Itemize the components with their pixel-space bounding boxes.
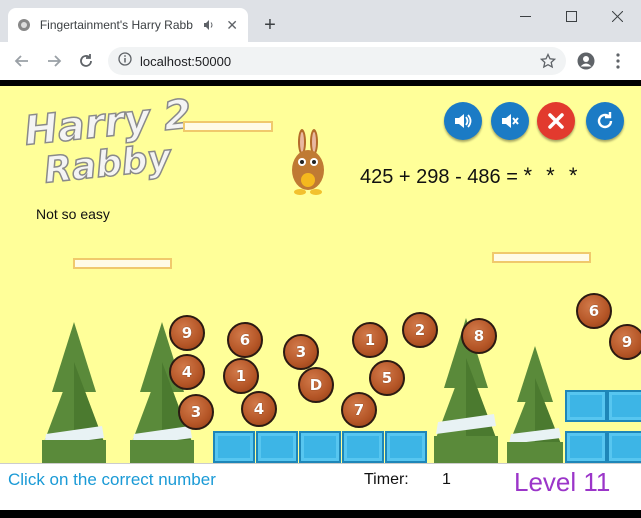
mute-icon [502, 114, 519, 128]
browser-tab[interactable]: Fingertainment's Harry Rabb ✕ [8, 8, 248, 42]
minimize-icon[interactable] [502, 0, 548, 32]
menu-icon[interactable] [608, 51, 628, 71]
number-ball[interactable]: D [298, 367, 334, 403]
number-ball[interactable]: 6 [227, 322, 263, 358]
game-status-bar: Click on the correct number Timer: 1 Lev… [0, 463, 641, 510]
ice-block [565, 431, 607, 463]
math-equation: 425 + 298 - 486 = * * * [360, 163, 581, 189]
address-bar[interactable]: localhost:50000 [108, 47, 566, 75]
platform [492, 252, 591, 263]
info-icon[interactable] [118, 51, 132, 71]
rabbit-character [288, 128, 328, 201]
tab-close-icon[interactable]: ✕ [224, 17, 240, 33]
number-ball[interactable]: 6 [576, 293, 612, 329]
timer-label: Timer: [364, 471, 409, 488]
forward-icon[interactable] [42, 49, 66, 73]
number-ball[interactable]: 4 [241, 391, 277, 427]
number-ball[interactable]: 5 [369, 360, 405, 396]
reload-icon[interactable] [74, 49, 98, 73]
mute-button[interactable] [491, 102, 529, 140]
number-ball[interactable]: 2 [402, 312, 438, 348]
close-window-icon[interactable] [594, 0, 640, 32]
browser-toolbar: localhost:50000 [0, 42, 641, 80]
title-bar: Fingertainment's Harry Rabb ✕ + [0, 0, 641, 42]
ice-block [607, 390, 641, 422]
platform [73, 258, 172, 269]
back-icon[interactable] [10, 49, 34, 73]
ice-block [565, 390, 607, 422]
number-ball[interactable]: 9 [169, 315, 205, 351]
difficulty-label: Not so easy [36, 206, 110, 222]
number-ball[interactable]: 3 [178, 394, 214, 430]
refresh-icon [597, 112, 613, 129]
number-ball[interactable]: 3 [283, 334, 319, 370]
answer-placeholder: * * * [523, 163, 582, 188]
timer-value: 1 [442, 471, 451, 488]
account-icon[interactable] [576, 51, 596, 71]
sound-on-button[interactable] [444, 102, 482, 140]
ice-block [256, 431, 298, 463]
game-canvas[interactable]: Harry 2 Rabby Not so easy 425 + 298 - 48… [0, 86, 641, 463]
level-indicator: Level 11 [514, 467, 611, 497]
maximize-icon[interactable] [548, 0, 594, 32]
pine-tree [505, 346, 565, 463]
number-ball[interactable]: 8 [461, 318, 497, 354]
close-game-button[interactable] [537, 102, 575, 140]
ice-block [385, 431, 427, 463]
close-icon [548, 113, 564, 129]
equation-text: 425 + 298 - 486 = [360, 166, 518, 188]
browser-window: Fingertainment's Harry Rabb ✕ + localhos… [0, 0, 641, 518]
number-ball[interactable]: 4 [169, 354, 205, 390]
ice-block [299, 431, 341, 463]
ice-block [607, 431, 641, 463]
url-text: localhost:50000 [140, 53, 232, 69]
ice-block [342, 431, 384, 463]
number-ball[interactable]: 1 [223, 358, 259, 394]
speaker-icon [455, 114, 472, 128]
tab-title: Fingertainment's Harry Rabb [39, 18, 193, 32]
letterbox-bottom [0, 510, 641, 518]
restart-button[interactable] [586, 102, 624, 140]
ice-block [213, 431, 255, 463]
bookmark-star-icon[interactable] [539, 52, 557, 69]
number-ball[interactable]: 9 [609, 324, 641, 360]
number-ball[interactable]: 7 [341, 392, 377, 428]
instruction-text: Click on the correct number [8, 470, 216, 489]
platform [183, 121, 273, 132]
pine-tree [38, 322, 110, 463]
new-tab-icon[interactable]: + [258, 13, 282, 37]
number-ball[interactable]: 1 [352, 322, 388, 358]
speaker-icon[interactable] [202, 18, 216, 32]
favicon-icon [16, 17, 32, 33]
